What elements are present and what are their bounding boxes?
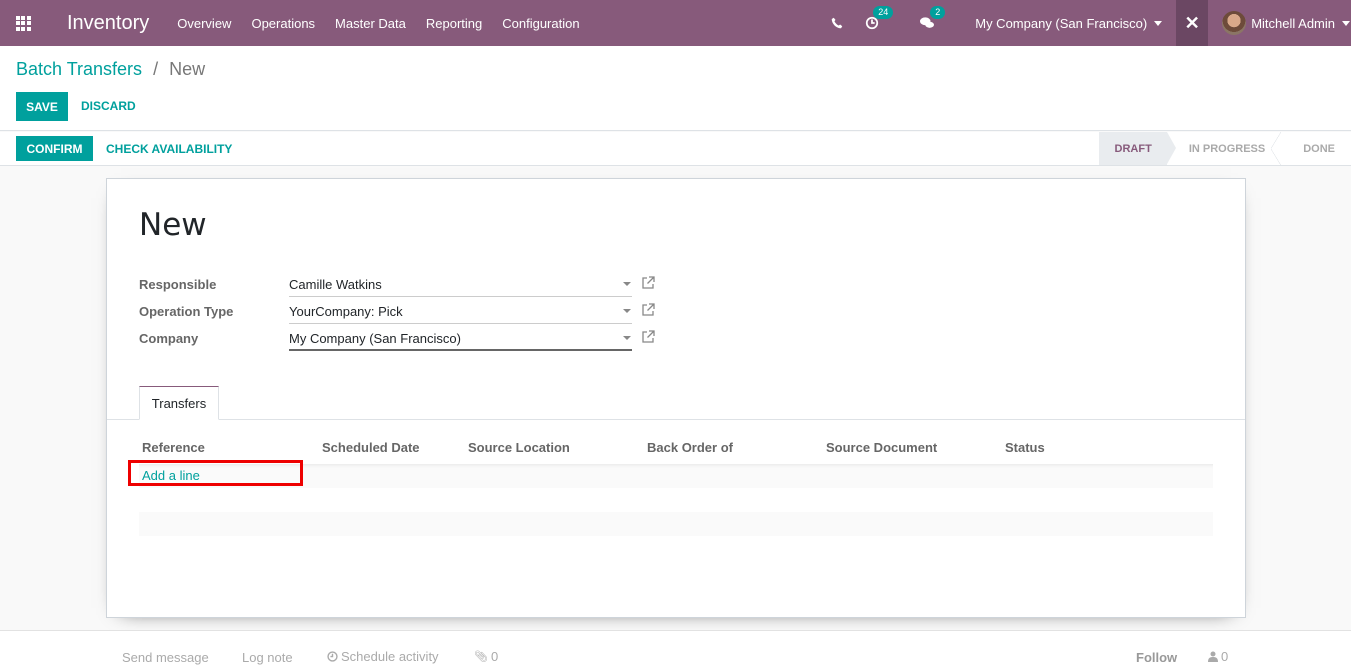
- responsible-value: Camille Watkins: [289, 277, 382, 292]
- menu-overview[interactable]: Overview: [177, 16, 231, 31]
- debug-tools-button[interactable]: ✕: [1176, 0, 1209, 46]
- status-stages: DRAFT IN PROGRESS DONE: [1098, 132, 1351, 165]
- paperclip-icon: 📎︎: [474, 651, 488, 663]
- user-icon: [1208, 651, 1218, 662]
- operation-type-input[interactable]: YourCompany: Pick: [289, 304, 632, 324]
- top-navbar: Inventory Overview Operations Master Dat…: [0, 0, 1351, 46]
- notebook-tabs: Transfers: [107, 385, 1245, 420]
- discard-button[interactable]: DISCARD: [81, 99, 136, 113]
- dropdown-caret-icon[interactable]: [623, 309, 631, 313]
- stage-in-progress: IN PROGRESS: [1167, 132, 1282, 165]
- apps-menu-button[interactable]: [0, 0, 46, 46]
- avatar: [1222, 11, 1247, 35]
- external-link-icon[interactable]: [641, 276, 655, 290]
- highlight-annotation: [128, 460, 303, 486]
- breadcrumb-batch-transfers[interactable]: Batch Transfers: [16, 59, 142, 79]
- column-scheduled-date[interactable]: Scheduled Date: [322, 440, 420, 455]
- table-row: [139, 512, 1213, 536]
- external-link-icon[interactable]: [641, 303, 655, 317]
- messages-badge: 2: [930, 6, 946, 19]
- table-row: [139, 488, 1213, 512]
- user-menu[interactable]: Mitchell Admin: [1222, 11, 1351, 35]
- phone-icon: [831, 17, 843, 29]
- column-back-order-of[interactable]: Back Order of: [647, 440, 733, 455]
- company-switcher[interactable]: My Company (San Francisco): [975, 15, 1163, 31]
- column-source-document[interactable]: Source Document: [826, 440, 937, 455]
- transfers-table: Reference Scheduled Date Source Location…: [139, 437, 1213, 536]
- field-company: Company My Company (San Francisco): [139, 330, 669, 355]
- chevron-down-icon: [1154, 20, 1163, 26]
- column-reference[interactable]: Reference: [142, 440, 205, 455]
- field-label-responsible: Responsible: [139, 277, 217, 292]
- phone-button[interactable]: [831, 17, 843, 29]
- follow-button[interactable]: Follow: [1136, 650, 1177, 665]
- company-name: My Company (San Francisco): [975, 15, 1148, 31]
- tab-transfers[interactable]: Transfers: [139, 386, 219, 420]
- attachments-button[interactable]: 📎︎ 0: [474, 649, 498, 664]
- activities-badge: 24: [873, 6, 894, 19]
- breadcrumb-separator: /: [153, 59, 159, 79]
- apps-grid-icon: [15, 15, 31, 31]
- followers-count: 0: [1221, 649, 1229, 664]
- breadcrumb-current: New: [169, 59, 206, 79]
- field-operation-type: Operation Type YourCompany: Pick: [139, 303, 669, 328]
- clock-icon: [327, 651, 338, 662]
- menu-configuration[interactable]: Configuration: [502, 16, 579, 31]
- schedule-activity-label: Schedule activity: [341, 649, 439, 664]
- column-status[interactable]: Status: [1005, 440, 1045, 455]
- company-value: My Company (San Francisco): [289, 331, 461, 346]
- form-statusbar: CONFIRM CHECK AVAILABILITY DRAFT IN PROG…: [0, 132, 1351, 166]
- schedule-activity-button[interactable]: Schedule activity: [327, 649, 439, 664]
- save-button[interactable]: SAVE: [16, 92, 68, 121]
- field-label-operation-type: Operation Type: [139, 304, 234, 319]
- log-note-button[interactable]: Log note: [242, 650, 293, 665]
- responsible-input[interactable]: Camille Watkins: [289, 277, 632, 297]
- followers-button[interactable]: 0: [1208, 649, 1228, 664]
- operation-type-value: YourCompany: Pick: [289, 304, 403, 319]
- menu-operations[interactable]: Operations: [251, 16, 315, 31]
- dropdown-caret-icon[interactable]: [623, 282, 631, 286]
- column-source-location[interactable]: Source Location: [468, 440, 570, 455]
- menu-master-data[interactable]: Master Data: [335, 16, 406, 31]
- check-availability-button[interactable]: CHECK AVAILABILITY: [106, 142, 232, 156]
- stage-done: DONE: [1303, 142, 1335, 155]
- external-link-icon[interactable]: [641, 330, 655, 344]
- breadcrumb: Batch Transfers / New: [16, 59, 205, 80]
- chevron-down-icon: [1342, 20, 1350, 26]
- company-input[interactable]: My Company (San Francisco): [289, 331, 632, 351]
- activities-button[interactable]: 24: [865, 6, 894, 30]
- send-message-button[interactable]: Send message: [122, 650, 209, 665]
- record-title: New: [139, 207, 207, 243]
- app-name[interactable]: Inventory: [67, 12, 149, 35]
- attachments-count: 0: [490, 649, 499, 664]
- dropdown-caret-icon[interactable]: [623, 336, 631, 340]
- user-name: Mitchell Admin: [1251, 15, 1335, 31]
- chatter-topbar: Send message Log note Schedule activity …: [0, 630, 1351, 669]
- control-panel: Batch Transfers / New SAVE DISCARD: [0, 46, 1351, 131]
- form-sheet: New Responsible Camille Watkins Operatio…: [106, 178, 1246, 618]
- stage-draft: DRAFT: [1098, 132, 1177, 165]
- field-responsible: Responsible Camille Watkins: [139, 276, 669, 301]
- wrench-cross-icon: ✕: [1184, 12, 1200, 33]
- field-label-company: Company: [139, 331, 199, 346]
- menu-reporting[interactable]: Reporting: [426, 16, 482, 31]
- messages-button[interactable]: 2: [919, 6, 946, 30]
- confirm-button[interactable]: CONFIRM: [16, 136, 93, 161]
